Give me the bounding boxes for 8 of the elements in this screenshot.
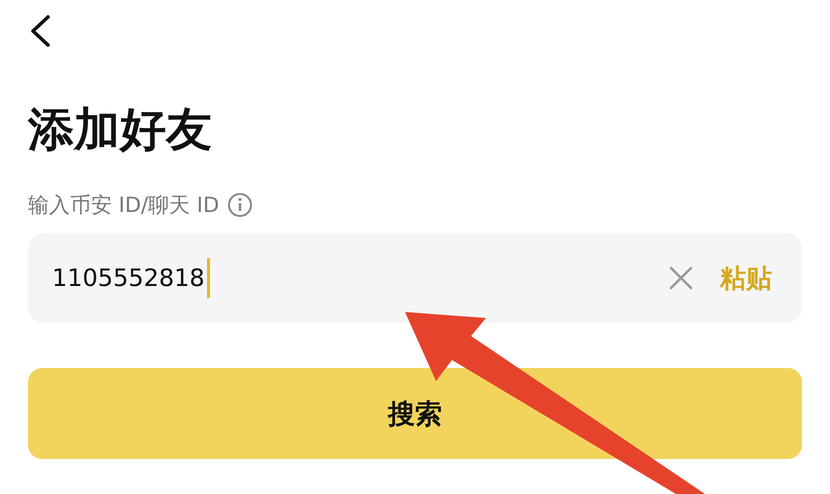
search-button[interactable]: 搜索 xyxy=(28,368,802,460)
field-label: 输入币安 ID/聊天 ID xyxy=(28,192,220,220)
info-icon[interactable] xyxy=(227,192,254,218)
clear-icon[interactable] xyxy=(668,265,694,292)
back-icon[interactable] xyxy=(28,14,52,48)
text-cursor xyxy=(206,258,210,298)
input-field[interactable]: 1105552818 粘贴 xyxy=(28,233,802,324)
page-title: 添加好友 xyxy=(28,102,213,158)
